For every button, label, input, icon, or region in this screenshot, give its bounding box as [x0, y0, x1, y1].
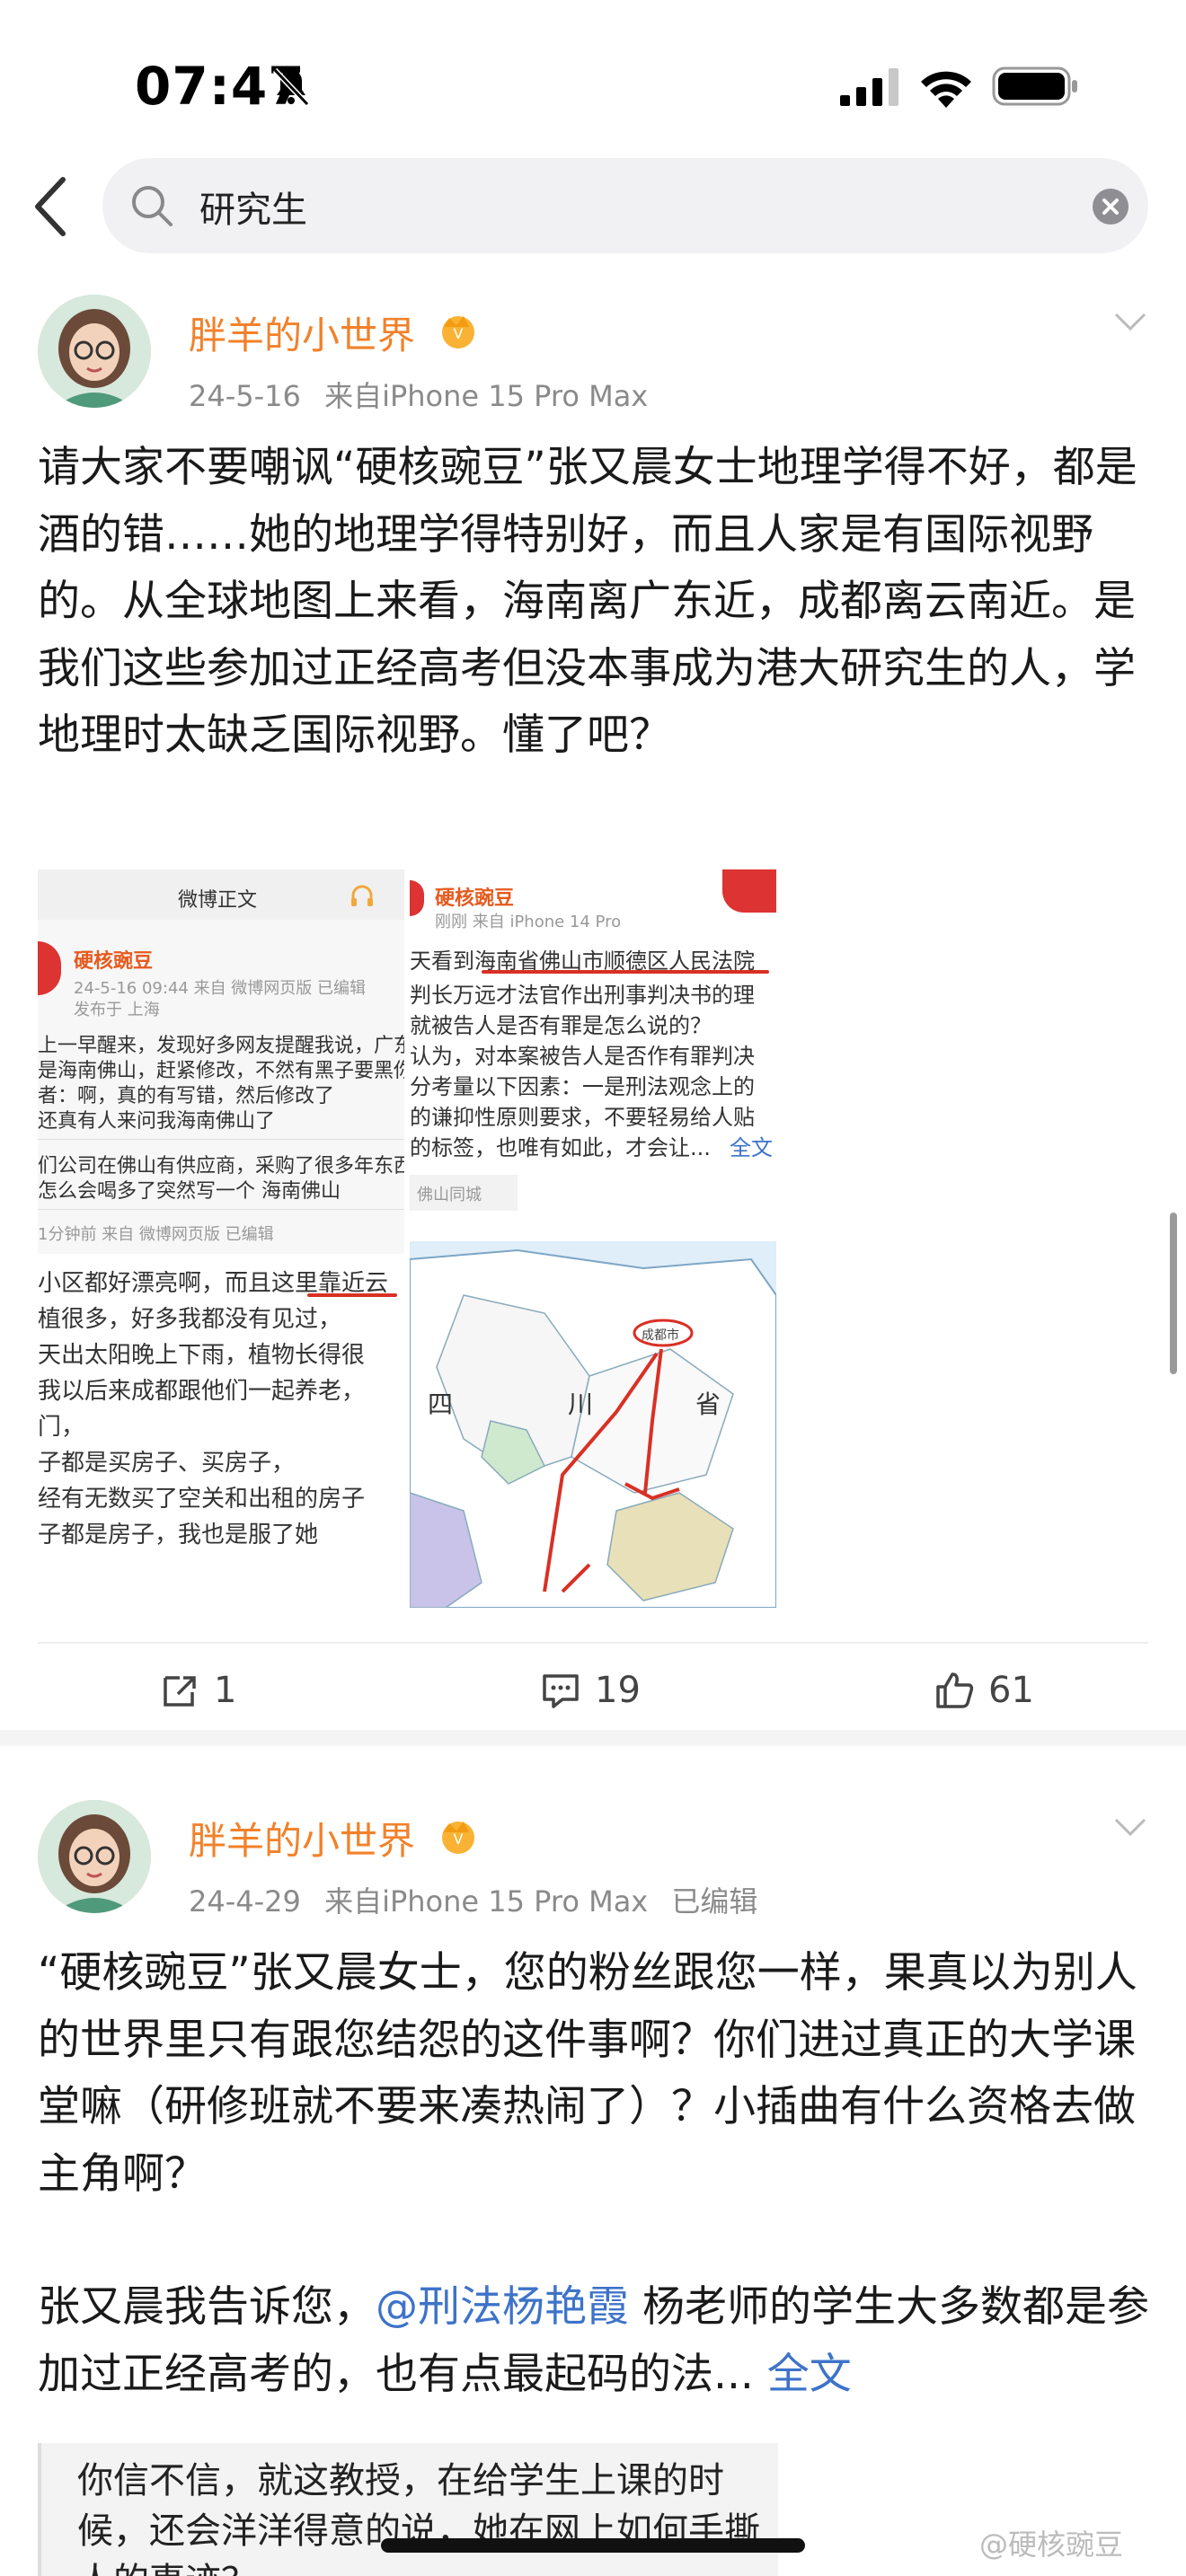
vip-crown-icon: V — [442, 1822, 474, 1854]
weibo-post[interactable]: 胖羊的小世界 V 24-4-29 来自iPhone 15 Pro Max 已编辑… — [0, 0, 1186, 2576]
quoted-image-text: 你信不信，就这教授，在给学生上课的时候，还会洋洋得意的说，她在网上如何手撕人的事… — [77, 2460, 760, 2576]
post-text-prefix: 张又晨我告诉您， — [38, 2282, 376, 2332]
avatar-illustration — [38, 1800, 151, 1913]
post-text[interactable]: “硬核豌豆”张又晨女士，您的粉丝跟您一样，果真以为别人的世界里只有跟您结怨的这件… — [38, 1940, 1152, 2208]
home-indicator[interactable] — [381, 2538, 805, 2553]
expand-full-text-link[interactable]: 全文 — [767, 2350, 852, 2399]
svg-text:V: V — [454, 1831, 464, 1848]
username[interactable]: 胖羊的小世界 — [189, 1811, 415, 1866]
edited-label: 已编辑 — [671, 1884, 758, 1919]
mention-link[interactable]: @刑法杨艳霞 — [376, 2282, 629, 2332]
post-date: 24-4-29 — [189, 1884, 301, 1919]
scrollbar[interactable] — [1170, 1213, 1177, 1374]
post-menu-chevron-icon[interactable] — [1112, 1814, 1148, 1841]
watermark: @硬核豌豆 — [979, 2527, 1124, 2562]
post-meta: 24-4-29 来自iPhone 15 Pro Max 已编辑 — [189, 1879, 757, 1920]
post-text-continued[interactable]: 张又晨我告诉您，@刑法杨艳霞 杨老师的学生大多数都是参加过正经高考的，也有点最起… — [38, 2274, 1152, 2408]
avatar[interactable] — [38, 1800, 151, 1913]
quoted-image[interactable]: 你信不信，就这教授，在给学生上课的时候，还会洋洋得意的说，她在网上如何手撕人的事… — [38, 2443, 778, 2576]
post-source: 来自iPhone 15 Pro Max — [324, 1884, 649, 1919]
